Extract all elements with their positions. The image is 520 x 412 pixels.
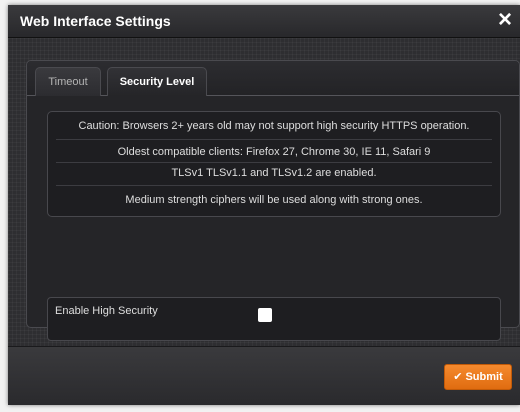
- tls-versions-text: TLSv1 TLSv1.1 and TLSv1.2 are enabled.: [171, 167, 377, 179]
- divider: [56, 162, 492, 163]
- dialog-titlebar: Web Interface Settings ×: [8, 5, 520, 38]
- enable-high-security-label: Enable High Security: [55, 305, 158, 317]
- submit-label: Submit: [465, 371, 503, 383]
- high-security-setting-row: Enable High Security: [47, 297, 501, 341]
- security-info-box: Caution: Browsers 2+ years old may not s…: [47, 111, 501, 217]
- web-interface-settings-dialog: Web Interface Settings × Timeout Securit…: [8, 5, 520, 405]
- compatible-clients-text: Oldest compatible clients: Firefox 27, C…: [117, 146, 431, 158]
- tab-timeout[interactable]: Timeout: [35, 67, 101, 96]
- divider: [56, 185, 492, 186]
- close-icon[interactable]: ×: [492, 7, 518, 33]
- tab-strip: Timeout Security Level: [27, 61, 519, 96]
- checkmark-icon: ✔: [453, 371, 463, 383]
- caution-text: Caution: Browsers 2+ years old may not s…: [78, 120, 470, 132]
- tab-security-level[interactable]: Security Level: [107, 67, 207, 96]
- dialog-footer: ✔ Submit: [8, 346, 520, 405]
- submit-button[interactable]: ✔ Submit: [444, 364, 512, 390]
- divider: [56, 139, 492, 140]
- dialog-body: Timeout Security Level Caution: Browsers…: [8, 38, 520, 347]
- dialog-title: Web Interface Settings: [20, 13, 171, 29]
- cipher-strength-text: Medium strength ciphers will be used alo…: [125, 194, 423, 206]
- enable-high-security-checkbox[interactable]: [258, 308, 272, 322]
- settings-panel: Timeout Security Level Caution: Browsers…: [26, 60, 520, 341]
